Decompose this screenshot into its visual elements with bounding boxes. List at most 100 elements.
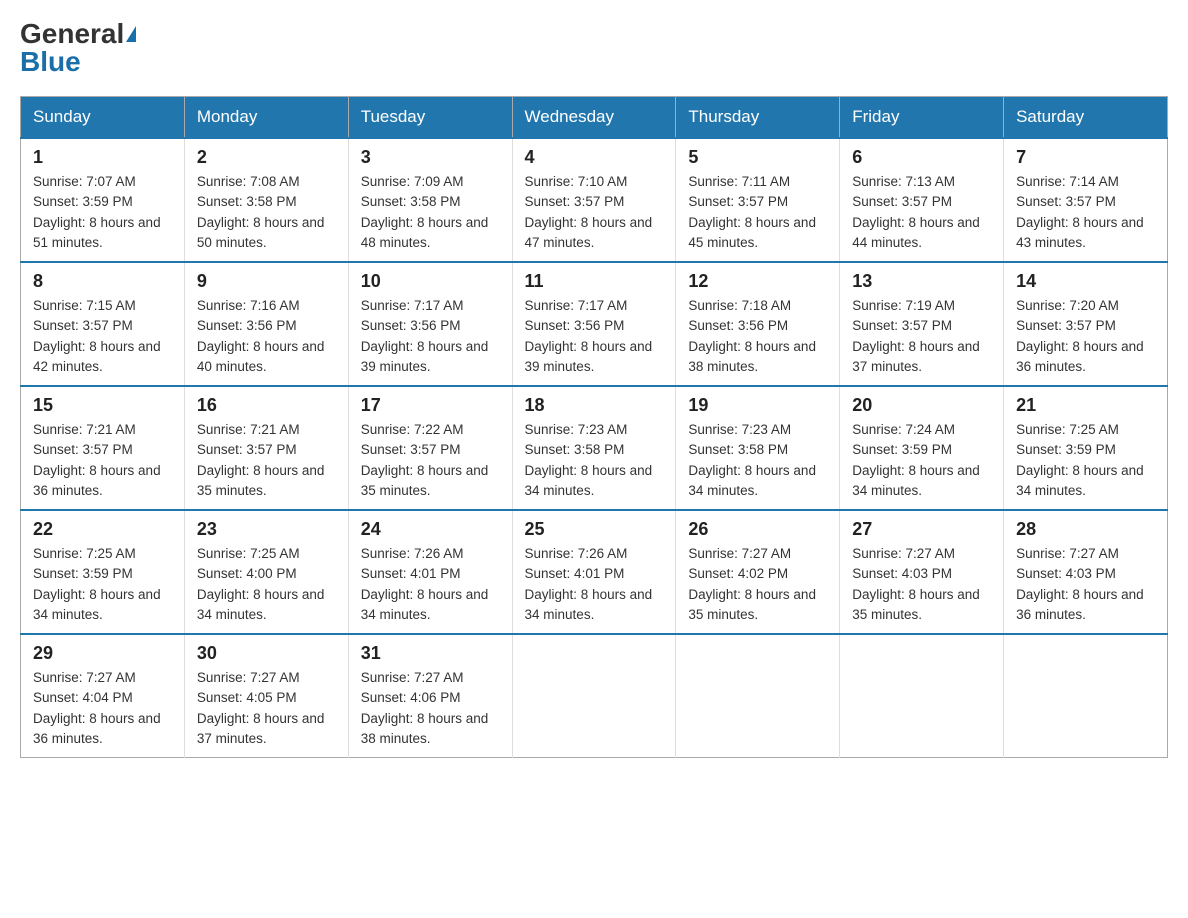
day-number: 23 <box>197 519 336 540</box>
calendar-cell: 4 Sunrise: 7:10 AMSunset: 3:57 PMDayligh… <box>512 138 676 262</box>
day-info: Sunrise: 7:25 AMSunset: 4:00 PMDaylight:… <box>197 544 336 625</box>
header-friday: Friday <box>840 97 1004 139</box>
day-info: Sunrise: 7:20 AMSunset: 3:57 PMDaylight:… <box>1016 296 1155 377</box>
calendar-cell: 21 Sunrise: 7:25 AMSunset: 3:59 PMDaylig… <box>1004 386 1168 510</box>
day-info: Sunrise: 7:13 AMSunset: 3:57 PMDaylight:… <box>852 172 991 253</box>
day-number: 7 <box>1016 147 1155 168</box>
day-info: Sunrise: 7:22 AMSunset: 3:57 PMDaylight:… <box>361 420 500 501</box>
day-number: 4 <box>525 147 664 168</box>
calendar-cell: 22 Sunrise: 7:25 AMSunset: 3:59 PMDaylig… <box>21 510 185 634</box>
day-info: Sunrise: 7:14 AMSunset: 3:57 PMDaylight:… <box>1016 172 1155 253</box>
day-number: 22 <box>33 519 172 540</box>
calendar-cell: 30 Sunrise: 7:27 AMSunset: 4:05 PMDaylig… <box>184 634 348 758</box>
day-info: Sunrise: 7:24 AMSunset: 3:59 PMDaylight:… <box>852 420 991 501</box>
calendar-cell: 13 Sunrise: 7:19 AMSunset: 3:57 PMDaylig… <box>840 262 1004 386</box>
day-number: 5 <box>688 147 827 168</box>
week-row-5: 29 Sunrise: 7:27 AMSunset: 4:04 PMDaylig… <box>21 634 1168 758</box>
day-number: 11 <box>525 271 664 292</box>
day-number: 17 <box>361 395 500 416</box>
calendar-cell: 27 Sunrise: 7:27 AMSunset: 4:03 PMDaylig… <box>840 510 1004 634</box>
calendar-cell: 17 Sunrise: 7:22 AMSunset: 3:57 PMDaylig… <box>348 386 512 510</box>
day-info: Sunrise: 7:17 AMSunset: 3:56 PMDaylight:… <box>525 296 664 377</box>
day-number: 8 <box>33 271 172 292</box>
calendar-cell: 26 Sunrise: 7:27 AMSunset: 4:02 PMDaylig… <box>676 510 840 634</box>
header-tuesday: Tuesday <box>348 97 512 139</box>
calendar-cell: 20 Sunrise: 7:24 AMSunset: 3:59 PMDaylig… <box>840 386 1004 510</box>
calendar-cell: 14 Sunrise: 7:20 AMSunset: 3:57 PMDaylig… <box>1004 262 1168 386</box>
day-info: Sunrise: 7:16 AMSunset: 3:56 PMDaylight:… <box>197 296 336 377</box>
week-row-3: 15 Sunrise: 7:21 AMSunset: 3:57 PMDaylig… <box>21 386 1168 510</box>
day-number: 15 <box>33 395 172 416</box>
day-info: Sunrise: 7:27 AMSunset: 4:06 PMDaylight:… <box>361 668 500 749</box>
day-info: Sunrise: 7:09 AMSunset: 3:58 PMDaylight:… <box>361 172 500 253</box>
day-info: Sunrise: 7:10 AMSunset: 3:57 PMDaylight:… <box>525 172 664 253</box>
calendar-cell: 9 Sunrise: 7:16 AMSunset: 3:56 PMDayligh… <box>184 262 348 386</box>
header-sunday: Sunday <box>21 97 185 139</box>
day-number: 9 <box>197 271 336 292</box>
day-number: 1 <box>33 147 172 168</box>
calendar-cell: 6 Sunrise: 7:13 AMSunset: 3:57 PMDayligh… <box>840 138 1004 262</box>
day-number: 27 <box>852 519 991 540</box>
day-info: Sunrise: 7:19 AMSunset: 3:57 PMDaylight:… <box>852 296 991 377</box>
calendar-cell: 16 Sunrise: 7:21 AMSunset: 3:57 PMDaylig… <box>184 386 348 510</box>
day-number: 31 <box>361 643 500 664</box>
header-wednesday: Wednesday <box>512 97 676 139</box>
day-info: Sunrise: 7:23 AMSunset: 3:58 PMDaylight:… <box>688 420 827 501</box>
day-number: 10 <box>361 271 500 292</box>
calendar-cell: 1 Sunrise: 7:07 AMSunset: 3:59 PMDayligh… <box>21 138 185 262</box>
calendar-cell: 7 Sunrise: 7:14 AMSunset: 3:57 PMDayligh… <box>1004 138 1168 262</box>
calendar-cell: 19 Sunrise: 7:23 AMSunset: 3:58 PMDaylig… <box>676 386 840 510</box>
day-number: 16 <box>197 395 336 416</box>
calendar-cell: 29 Sunrise: 7:27 AMSunset: 4:04 PMDaylig… <box>21 634 185 758</box>
day-number: 18 <box>525 395 664 416</box>
calendar-cell: 12 Sunrise: 7:18 AMSunset: 3:56 PMDaylig… <box>676 262 840 386</box>
day-info: Sunrise: 7:08 AMSunset: 3:58 PMDaylight:… <box>197 172 336 253</box>
calendar-cell: 23 Sunrise: 7:25 AMSunset: 4:00 PMDaylig… <box>184 510 348 634</box>
calendar-cell: 10 Sunrise: 7:17 AMSunset: 3:56 PMDaylig… <box>348 262 512 386</box>
day-info: Sunrise: 7:25 AMSunset: 3:59 PMDaylight:… <box>1016 420 1155 501</box>
day-info: Sunrise: 7:27 AMSunset: 4:04 PMDaylight:… <box>33 668 172 749</box>
header-saturday: Saturday <box>1004 97 1168 139</box>
calendar-cell: 11 Sunrise: 7:17 AMSunset: 3:56 PMDaylig… <box>512 262 676 386</box>
day-number: 25 <box>525 519 664 540</box>
day-number: 12 <box>688 271 827 292</box>
day-info: Sunrise: 7:17 AMSunset: 3:56 PMDaylight:… <box>361 296 500 377</box>
day-number: 13 <box>852 271 991 292</box>
logo-blue-text: Blue <box>20 48 81 76</box>
day-number: 19 <box>688 395 827 416</box>
day-number: 21 <box>1016 395 1155 416</box>
calendar-cell: 24 Sunrise: 7:26 AMSunset: 4:01 PMDaylig… <box>348 510 512 634</box>
day-info: Sunrise: 7:21 AMSunset: 3:57 PMDaylight:… <box>197 420 336 501</box>
calendar-cell: 18 Sunrise: 7:23 AMSunset: 3:58 PMDaylig… <box>512 386 676 510</box>
day-info: Sunrise: 7:27 AMSunset: 4:05 PMDaylight:… <box>197 668 336 749</box>
header-monday: Monday <box>184 97 348 139</box>
page-header: General Blue <box>20 20 1168 76</box>
day-number: 24 <box>361 519 500 540</box>
day-info: Sunrise: 7:21 AMSunset: 3:57 PMDaylight:… <box>33 420 172 501</box>
day-number: 29 <box>33 643 172 664</box>
day-number: 2 <box>197 147 336 168</box>
calendar-header-row: SundayMondayTuesdayWednesdayThursdayFrid… <box>21 97 1168 139</box>
calendar-cell <box>840 634 1004 758</box>
day-info: Sunrise: 7:15 AMSunset: 3:57 PMDaylight:… <box>33 296 172 377</box>
day-info: Sunrise: 7:26 AMSunset: 4:01 PMDaylight:… <box>525 544 664 625</box>
day-info: Sunrise: 7:23 AMSunset: 3:58 PMDaylight:… <box>525 420 664 501</box>
day-number: 6 <box>852 147 991 168</box>
calendar-table: SundayMondayTuesdayWednesdayThursdayFrid… <box>20 96 1168 758</box>
day-info: Sunrise: 7:07 AMSunset: 3:59 PMDaylight:… <box>33 172 172 253</box>
day-info: Sunrise: 7:26 AMSunset: 4:01 PMDaylight:… <box>361 544 500 625</box>
day-info: Sunrise: 7:27 AMSunset: 4:02 PMDaylight:… <box>688 544 827 625</box>
calendar-cell: 2 Sunrise: 7:08 AMSunset: 3:58 PMDayligh… <box>184 138 348 262</box>
day-info: Sunrise: 7:27 AMSunset: 4:03 PMDaylight:… <box>1016 544 1155 625</box>
day-number: 30 <box>197 643 336 664</box>
day-info: Sunrise: 7:27 AMSunset: 4:03 PMDaylight:… <box>852 544 991 625</box>
header-thursday: Thursday <box>676 97 840 139</box>
day-info: Sunrise: 7:18 AMSunset: 3:56 PMDaylight:… <box>688 296 827 377</box>
calendar-cell: 15 Sunrise: 7:21 AMSunset: 3:57 PMDaylig… <box>21 386 185 510</box>
calendar-cell: 5 Sunrise: 7:11 AMSunset: 3:57 PMDayligh… <box>676 138 840 262</box>
day-number: 3 <box>361 147 500 168</box>
calendar-cell <box>676 634 840 758</box>
logo-triangle-icon <box>126 26 136 42</box>
day-number: 28 <box>1016 519 1155 540</box>
day-number: 14 <box>1016 271 1155 292</box>
